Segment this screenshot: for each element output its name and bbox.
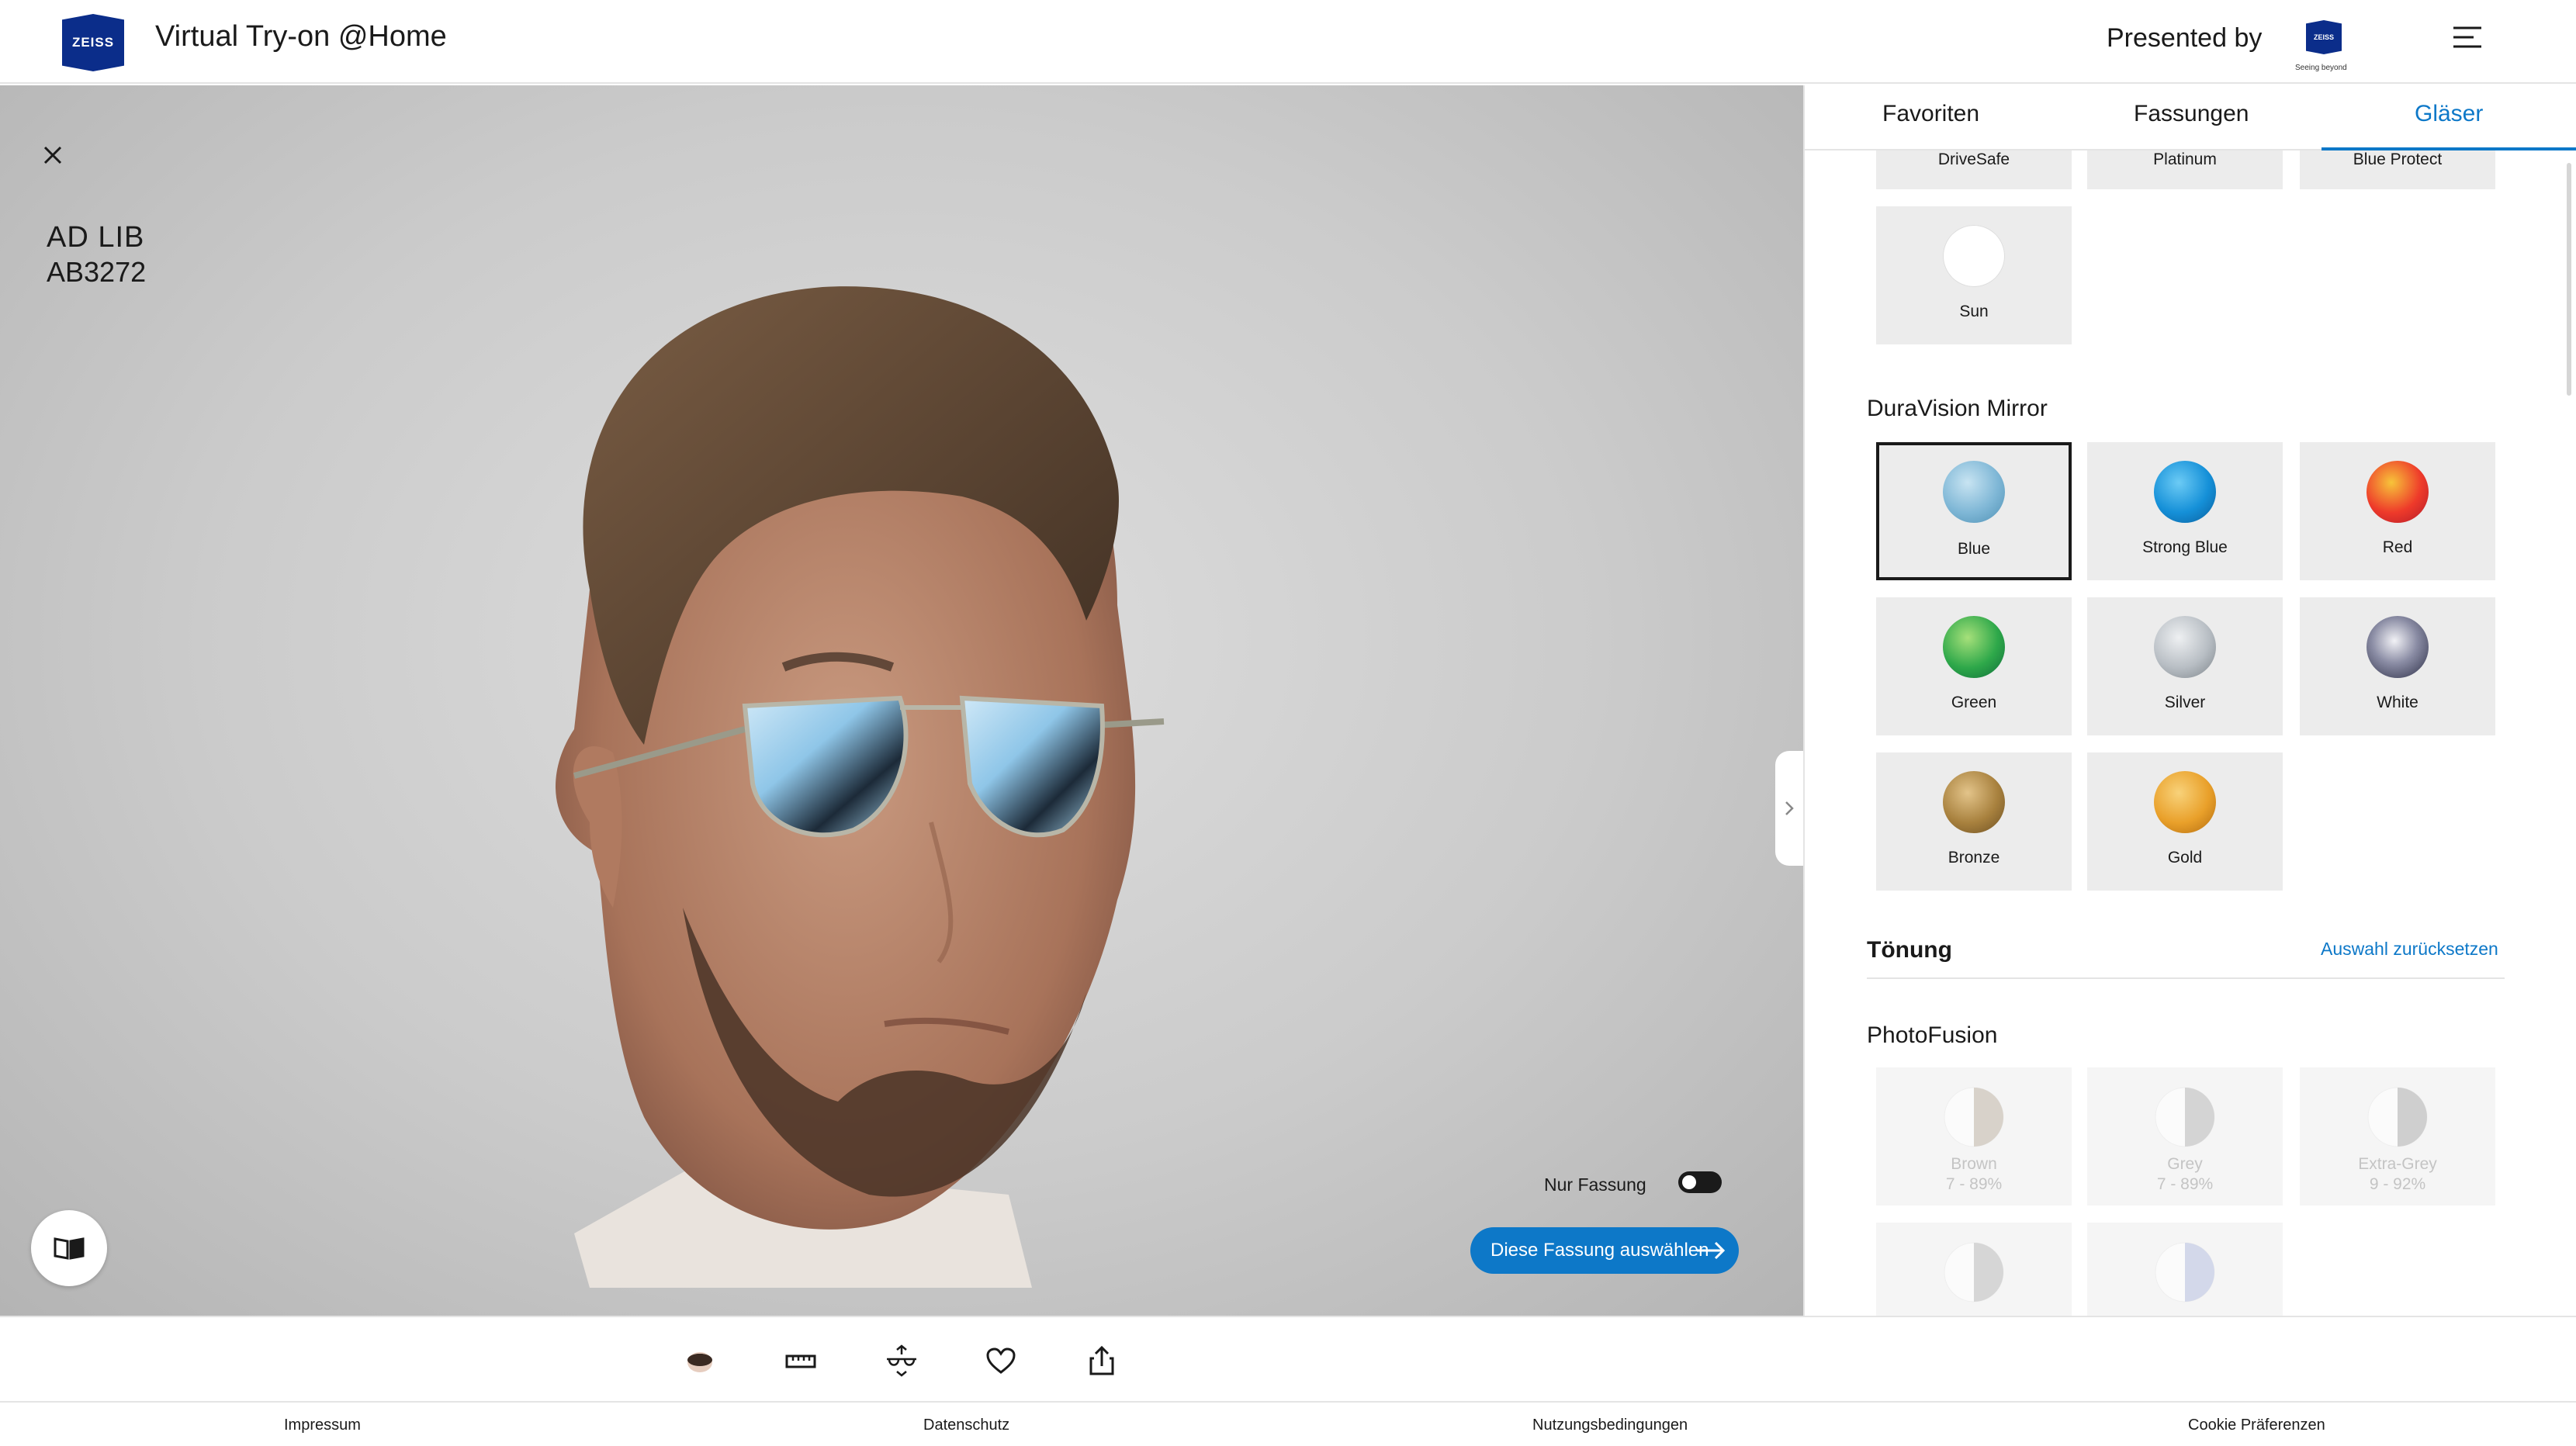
footer-link-nutzungsbedingungen[interactable]: Nutzungsbedingungen [1532, 1417, 1688, 1434]
lens-tile-strong-blue[interactable]: Strong Blue [2087, 442, 2283, 580]
lens-tile-green[interactable]: Green [1876, 597, 2072, 735]
lens-swatch-red [2367, 461, 2429, 523]
tab-fassungen[interactable]: Fassungen [2134, 101, 2249, 127]
favorite-button[interactable] [979, 1339, 1023, 1382]
menu-icon[interactable] [2450, 22, 2484, 53]
lens-swatch-white [2367, 616, 2429, 678]
tab-glaeser[interactable]: Gläser [2415, 101, 2483, 127]
app-header: ZEISS Virtual Try-on @Home Presented by … [0, 0, 2576, 84]
lens-tile-photofusion-brown[interactable]: Brown 7 - 89% [1876, 1067, 2072, 1206]
lens-swatch-gold [2154, 771, 2216, 833]
lens-tile-gold[interactable]: Gold [2087, 752, 2283, 891]
avatar-button[interactable] [678, 1339, 722, 1382]
lens-tile-sun[interactable]: Sun [1876, 206, 2072, 344]
lens-tile-red[interactable]: Red [2300, 442, 2495, 580]
scrollbar[interactable] [2567, 163, 2571, 396]
share-icon [1089, 1345, 1114, 1375]
reset-selection-link[interactable]: Auswahl zurücksetzen [2321, 939, 2498, 960]
lens-tile-photofusion-more-1[interactable] [1876, 1223, 2072, 1316]
lens-swatch-green [1943, 616, 2005, 678]
lens-tile-photofusion-extra-grey[interactable]: Extra-Grey 9 - 92% [2300, 1067, 2495, 1206]
lens-swatch-bronze [1943, 771, 2005, 833]
lens-tile-bronze[interactable]: Bronze [1876, 752, 2072, 891]
frame-brand: AD LIB [47, 221, 145, 254]
presented-by-label: Presented by [2107, 23, 2263, 53]
footer-link-datenschutz[interactable]: Datenschutz [923, 1417, 1009, 1434]
configuration-panel: Favoriten Fassungen Gläser DriveSafe Pla… [1803, 85, 2576, 1316]
avatar-icon [687, 1352, 712, 1372]
lens-swatch-blue [1943, 461, 2005, 523]
try-on-viewer[interactable]: AD LIB AB3272 Nur Fassung Diese Fassung … [0, 85, 1803, 1316]
footer-link-impressum[interactable]: Impressum [284, 1417, 361, 1434]
glasses-fit-icon [887, 1344, 916, 1377]
fit-button[interactable] [880, 1339, 923, 1382]
panel-tabs: Favoriten Fassungen Gläser [1805, 85, 2576, 150]
heart-icon [986, 1347, 1016, 1374]
select-frame-label: Diese Fassung auswählen [1491, 1240, 1709, 1261]
lens-swatch-sun [1943, 225, 2005, 287]
footer-link-cookie[interactable]: Cookie Präferenzen [2188, 1417, 2325, 1434]
frame-only-label: Nur Fassung [1544, 1174, 1646, 1195]
photochromic-extra-grey-icon [2367, 1087, 2428, 1147]
measure-button[interactable] [779, 1339, 822, 1382]
app-title: Virtual Try-on @Home [155, 20, 447, 53]
book-icon [54, 1237, 85, 1260]
lens-swatch-silver [2154, 616, 2216, 678]
photochromic-brown-icon [1944, 1087, 2004, 1147]
bottom-toolbar [0, 1316, 2576, 1403]
tint-divider [1867, 977, 2505, 979]
head-avatar[interactable] [528, 186, 1272, 1316]
lens-tile-white[interactable]: White [2300, 597, 2495, 735]
chevron-right-icon [1785, 801, 1794, 815]
photochromic-icon [1944, 1242, 2004, 1302]
arrow-right-icon [1697, 1241, 1726, 1260]
active-tab-indicator [2322, 147, 2576, 150]
share-button[interactable] [1080, 1339, 1124, 1382]
lens-tile-photofusion-more-2[interactable] [2087, 1223, 2283, 1316]
page-footer: Impressum Datenschutz Nutzungsbedingunge… [0, 1403, 2576, 1446]
photofusion-section-title: PhotoFusion [1867, 1022, 1998, 1048]
guide-button[interactable] [31, 1210, 107, 1286]
lens-swatch-strong-blue [2154, 461, 2216, 523]
zeiss-logo[interactable]: ZEISS [62, 14, 124, 71]
panel-collapse-button[interactable] [1775, 751, 1803, 866]
partner-tagline: Seeing beyond [2295, 64, 2347, 72]
ruler-icon [785, 1354, 816, 1368]
frame-only-toggle[interactable] [1678, 1171, 1722, 1193]
mirror-section-title: DuraVision Mirror [1867, 396, 2048, 421]
partner-logo: ZEISS [2306, 20, 2342, 54]
select-frame-button[interactable]: Diese Fassung auswählen [1470, 1227, 1739, 1274]
tab-favoriten[interactable]: Favoriten [1882, 101, 1979, 127]
lens-tile-silver[interactable]: Silver [2087, 597, 2283, 735]
lens-tile-blue[interactable]: Blue [1876, 442, 2072, 580]
photochromic-grey-icon [2155, 1087, 2215, 1147]
close-icon[interactable] [37, 140, 68, 171]
frame-model: AB3272 [47, 256, 147, 288]
lens-tile-photofusion-grey[interactable]: Grey 7 - 89% [2087, 1067, 2283, 1206]
tint-section-title: Tönung [1867, 937, 1952, 963]
photochromic-blue-icon [2155, 1242, 2215, 1302]
